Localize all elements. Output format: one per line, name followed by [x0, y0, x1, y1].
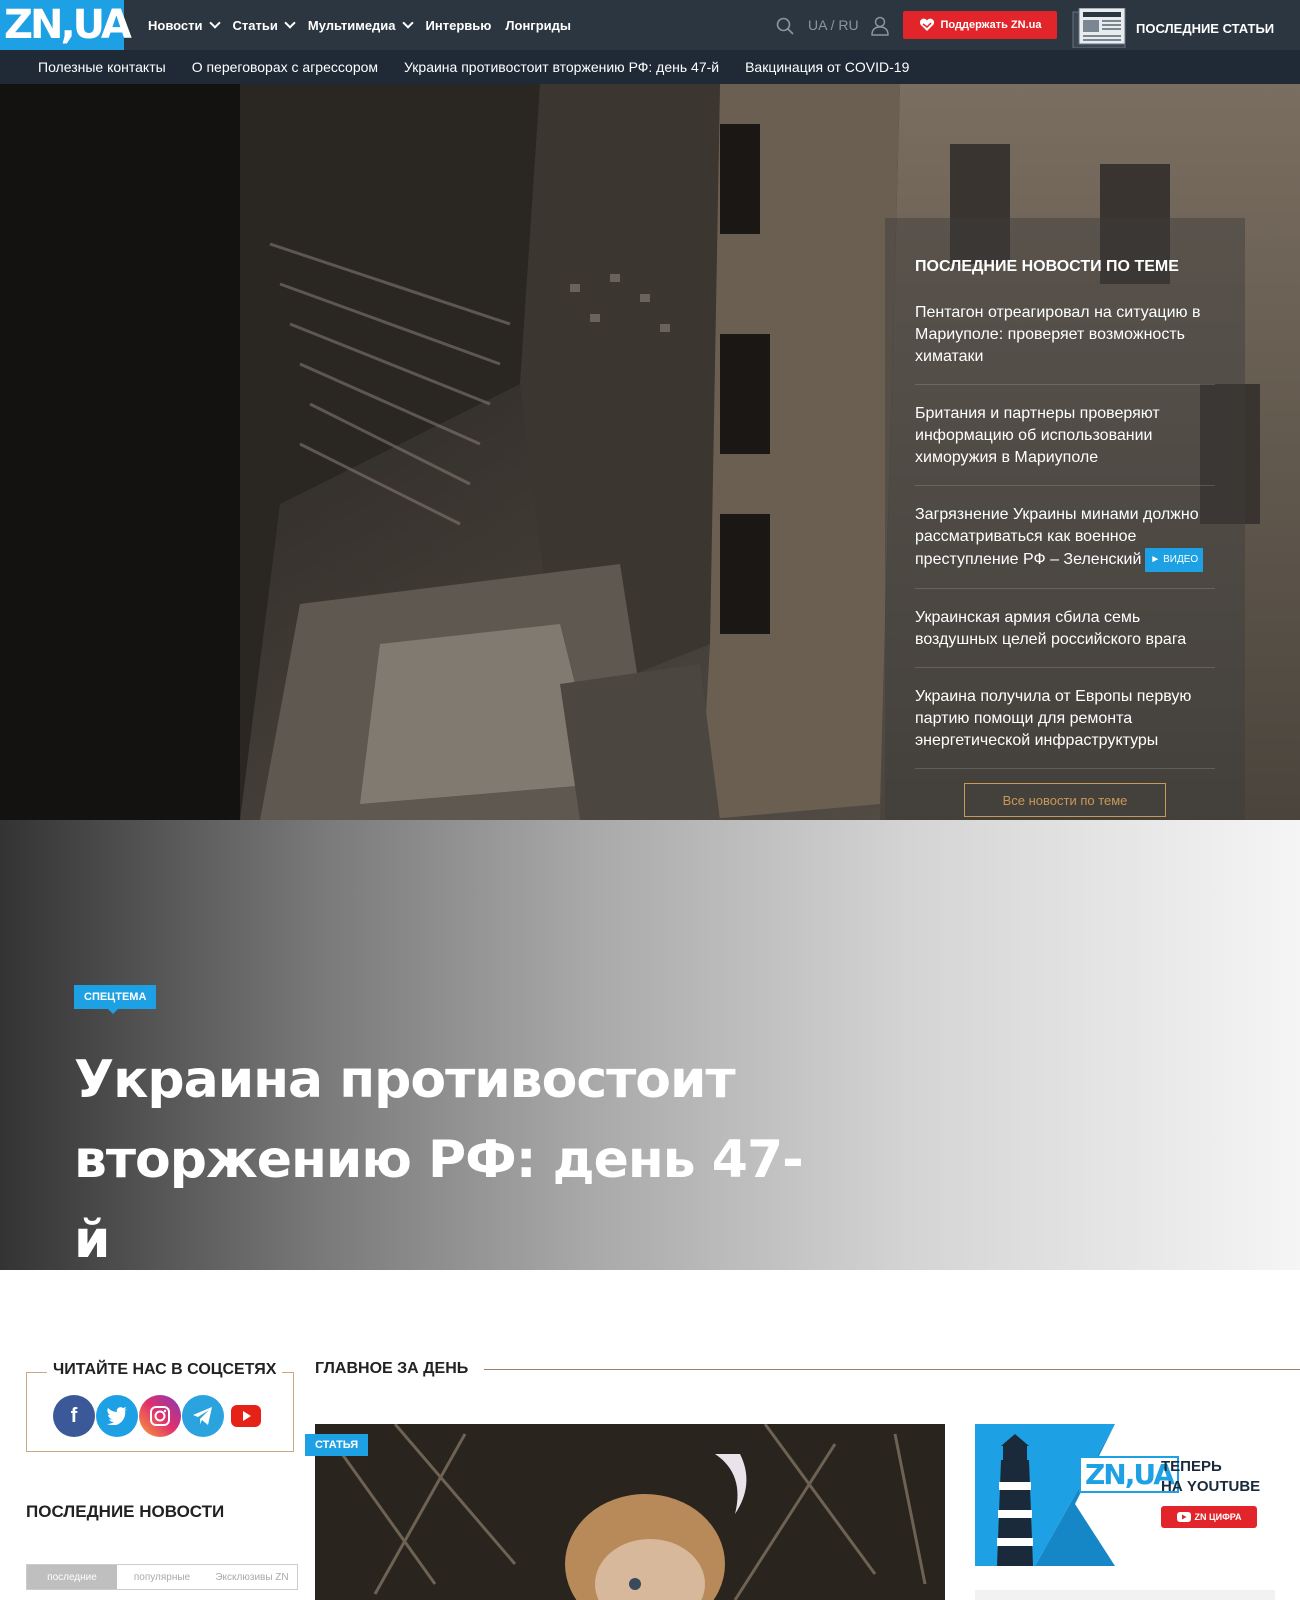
featured-article-image[interactable] [315, 1424, 945, 1600]
topic-news-item[interactable]: Загрязнение Украины минами должно рассма… [915, 504, 1215, 589]
topic-news-panel: ПОСЛЕДНИЕ НОВОСТИ ПО ТЕМЕ Пентагон отреа… [885, 218, 1245, 820]
twitter-icon[interactable] [96, 1395, 138, 1437]
main-of-day-header: ГЛАВНОЕ ЗА ДЕНЬ [315, 1360, 1300, 1380]
tab-latest[interactable]: последние [27, 1565, 117, 1589]
promo-line1: ТЕПЕРЬ [1161, 1458, 1222, 1475]
lighthouse-banner-art [975, 1424, 1275, 1566]
promo-line2: НА YOUTUBE [1161, 1478, 1261, 1495]
latest-news-tabs: последние популярные Эксклюзивы ZN [26, 1564, 298, 1590]
subnav-link-negotiations[interactable]: О переговорах с агрессором [192, 59, 378, 75]
promo-channel-label: ZN ЦИФРА [1194, 1512, 1242, 1522]
video-badge: ► ВИДЕО [1145, 548, 1204, 572]
nav-label: Интервью [425, 17, 492, 33]
topic-news-item[interactable]: Украина получила от Европы первую партию… [915, 686, 1215, 769]
support-label: Поддержать ZN.ua [940, 19, 1042, 31]
instagram-icon[interactable] [139, 1395, 181, 1437]
doll-photo [315, 1424, 945, 1600]
nav-item-longreads[interactable]: Лонгриды [505, 18, 571, 33]
chevron-down-icon [208, 17, 221, 29]
support-button[interactable]: Поддержать ZN.ua [903, 11, 1057, 39]
heart-icon [919, 18, 934, 31]
search-icon[interactable] [776, 17, 794, 35]
tab-popular[interactable]: популярные [117, 1565, 207, 1589]
nav-item-news[interactable]: Новости [148, 17, 221, 33]
article-type-badge: СТАТЬЯ [305, 1434, 369, 1456]
chevron-down-icon [401, 17, 414, 29]
tab-exclusives[interactable]: Эксклюзивы ZN [207, 1565, 297, 1589]
topic-news-item[interactable]: Британия и партнеры проверяют информацию… [915, 403, 1215, 486]
topic-panel-title: ПОСЛЕДНИЕ НОВОСТИ ПО ТЕМЕ [915, 258, 1179, 275]
telegram-icon[interactable] [182, 1395, 224, 1437]
nav-label: Лонгриды [505, 17, 571, 33]
latest-articles-link[interactable]: ПОСЛЕДНИЕ СТАТЬИ [1072, 8, 1274, 48]
promo-channel-button[interactable]: ZN ЦИФРА [1161, 1506, 1257, 1528]
hero-image: ПОСЛЕДНИЕ НОВОСТИ ПО ТЕМЕ Пентагон отреа… [0, 84, 1300, 820]
youtube-promo-banner[interactable]: ZN,UA ТЕПЕРЬ НА YOUTUBE ZN ЦИФРА [975, 1424, 1275, 1566]
topic-news-item[interactable]: Украинская армия сбила семь воздушных це… [915, 607, 1215, 668]
special-topic-banner[interactable]: СПЕЦТЕМА Украина противостоит вторжению … [0, 820, 1300, 1270]
chevron-down-icon [284, 17, 296, 29]
topic-news-item[interactable]: Пентагон отреагировал на ситуацию в Мари… [915, 302, 1215, 385]
section-divider [480, 1369, 1300, 1370]
facebook-icon[interactable]: f [53, 1395, 95, 1437]
special-topic-badge: СПЕЦТЕМА [74, 985, 157, 1014]
user-icon[interactable] [871, 16, 889, 36]
lang-ru[interactable]: RU [838, 17, 858, 33]
youtube-icon[interactable] [225, 1395, 267, 1437]
youtube-play-icon [1176, 1512, 1191, 1522]
main-of-day-title: ГЛАВНОЕ ЗА ДЕНЬ [315, 1360, 485, 1378]
social-box-title: ЧИТАЙТЕ НАС В СОЦСЕТЯХ [47, 1361, 283, 1379]
site-logo[interactable]: ZN,UA [0, 0, 132, 50]
main-nav: Новости Статьи Мультимедиа Интервью Лонг… [148, 0, 585, 50]
social-box: ЧИТАЙТЕ НАС В СОЦСЕТЯХ f [26, 1361, 294, 1452]
special-topic-title[interactable]: Украина противостоит вторжению РФ: день … [74, 1040, 834, 1280]
nav-label: Новости [148, 17, 203, 33]
nav-label: Статьи [232, 17, 278, 33]
topic-nav: Полезные контакты О переговорах с агресс… [0, 50, 1300, 84]
social-icons: f [53, 1395, 268, 1437]
newspaper-icon [1072, 8, 1126, 48]
latest-articles-label: ПОСЛЕДНИЕ СТАТЬИ [1136, 20, 1275, 36]
language-switcher: UA / RU [808, 17, 859, 33]
subnav-link-vaccination[interactable]: Вакцинация от COVID-19 [745, 59, 909, 75]
nav-item-articles[interactable]: Статьи [232, 17, 296, 33]
subnav-link-invasion[interactable]: Украина противостоит вторжению РФ: день … [404, 59, 719, 75]
lang-ua[interactable]: UA [808, 17, 827, 33]
all-topic-news-button[interactable]: Все новости по теме [964, 783, 1166, 817]
subnav-link-contacts[interactable]: Полезные контакты [38, 59, 166, 75]
top-bar: ZN,UA Новости Статьи Мультимедиа Интервь… [0, 0, 1300, 56]
ad-placeholder [975, 1590, 1275, 1600]
latest-news-title: ПОСЛЕДНИЕ НОВОСТИ [26, 1502, 225, 1521]
nav-label: Мультимедиа [307, 17, 396, 33]
nav-item-multimedia[interactable]: Мультимедиа [307, 17, 414, 33]
lang-separator: / [830, 17, 835, 33]
nav-item-interview[interactable]: Интервью [426, 18, 492, 33]
